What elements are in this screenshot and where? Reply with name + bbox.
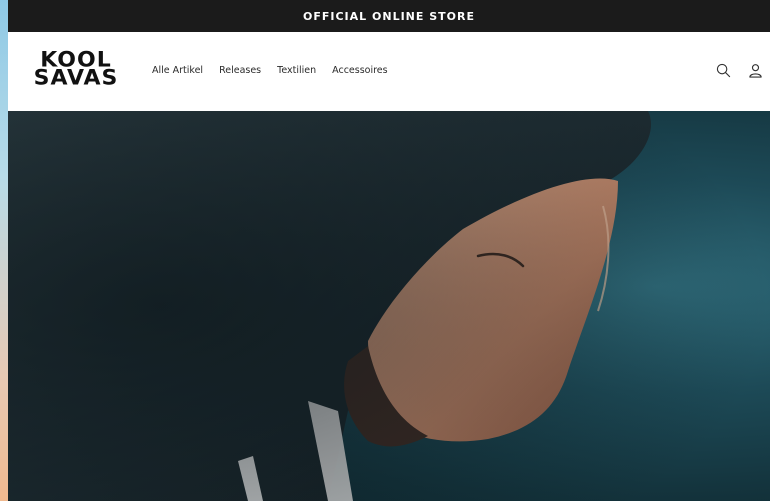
account-icon xyxy=(748,63,762,78)
search-icon xyxy=(716,63,730,77)
main-nav: Alle Artikel Releases Textilien Accessoi… xyxy=(152,65,388,76)
brand-logo[interactable]: KOOL SAVAS xyxy=(27,50,125,92)
header-actions xyxy=(714,61,764,79)
brand-logo-line2: SAVAS xyxy=(33,66,119,91)
nav-item-accessoires[interactable]: Accessoires xyxy=(332,65,387,76)
nav-item-textilien[interactable]: Textilien xyxy=(277,65,316,76)
hero-banner[interactable] xyxy=(8,111,770,501)
announcement-bar: OFFICIAL ONLINE STORE xyxy=(8,0,770,32)
nav-item-alle-artikel[interactable]: Alle Artikel xyxy=(152,65,203,76)
announcement-text: OFFICIAL ONLINE STORE xyxy=(303,9,475,23)
nav-item-releases[interactable]: Releases xyxy=(219,65,261,76)
browser-viewport: OFFICIAL ONLINE STORE KOOL SAVAS Alle Ar… xyxy=(8,0,770,501)
account-button[interactable] xyxy=(746,61,764,79)
hero-image xyxy=(8,111,770,501)
site-header: KOOL SAVAS Alle Artikel Releases Textili… xyxy=(8,32,770,111)
page: OFFICIAL ONLINE STORE KOOL SAVAS Alle Ar… xyxy=(0,0,770,501)
search-button[interactable] xyxy=(714,61,732,79)
